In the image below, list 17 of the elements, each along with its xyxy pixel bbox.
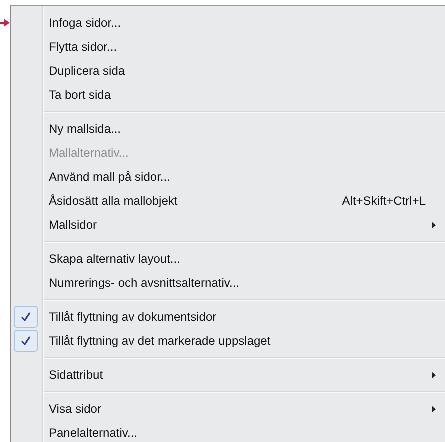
menu-item[interactable]: Sidattribut	[49, 366, 104, 384]
menu-item[interactable]: Skapa alternativ layout...	[49, 250, 180, 268]
menu-item[interactable]: Visa sidor	[49, 400, 102, 418]
pointer-arrow-icon	[0, 19, 10, 27]
menu-item[interactable]: Ny mallsida...	[49, 120, 122, 138]
menu-item[interactable]: Numrerings- och avsnittsalternativ...	[49, 274, 240, 292]
menu-item[interactable]: Tillåt flyttning av det markerade uppslaget	[49, 332, 271, 350]
menu-item[interactable]: Infoga sidor...	[49, 14, 122, 32]
shortcut-label: Alt+Skift+Ctrl+L	[342, 193, 426, 210]
menu-item[interactable]: Använd mall på sidor...	[49, 168, 170, 186]
menu-item[interactable]: Flytta sidor...	[49, 38, 118, 56]
menu-item[interactable]: Mallsidor	[49, 216, 98, 234]
menu-item[interactable]: Tillåt flyttning av dokumentsidor	[49, 308, 217, 326]
menu-item[interactable]: Åsidosätt alla mallobjekt	[49, 192, 178, 210]
menu-item[interactable]: Duplicera sida	[49, 62, 126, 80]
menu-item[interactable]: Ta bort sida	[49, 86, 112, 104]
menu-item[interactable]: Panelalternativ...	[49, 424, 138, 442]
